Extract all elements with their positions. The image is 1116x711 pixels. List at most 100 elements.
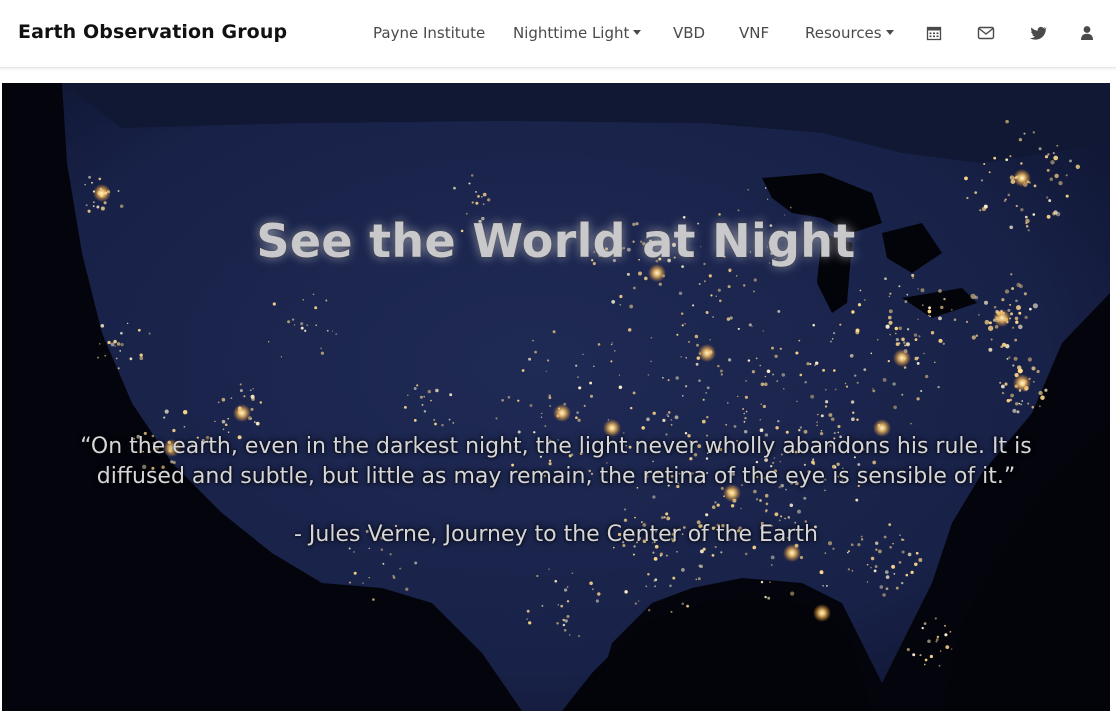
city-light-dot bbox=[725, 423, 728, 426]
city-light-dot bbox=[654, 585, 657, 588]
nav-item-nighttime-light[interactable]: Nighttime Light bbox=[513, 24, 642, 42]
city-light-dot bbox=[743, 284, 746, 287]
city-light-dot bbox=[717, 364, 720, 368]
city-light-dot bbox=[482, 203, 485, 206]
city-light-dot bbox=[949, 630, 952, 633]
city-light-dot bbox=[745, 410, 748, 413]
city-light-dot bbox=[1006, 357, 1009, 360]
city-light-dot bbox=[893, 405, 897, 410]
city-light-dot bbox=[353, 551, 355, 553]
city-light-dot bbox=[1038, 390, 1043, 396]
city-light-dot bbox=[872, 389, 876, 393]
city-light-dot bbox=[937, 385, 940, 389]
city-light-dot bbox=[809, 363, 812, 365]
city-light-dot bbox=[898, 342, 901, 345]
city-light-dot bbox=[1017, 368, 1023, 374]
city-light-dot bbox=[92, 205, 95, 208]
city-light-dot bbox=[839, 323, 842, 326]
calendar-icon[interactable] bbox=[925, 24, 943, 42]
city-light-dot bbox=[272, 302, 276, 306]
city-light-dot bbox=[764, 187, 767, 189]
brand-logo[interactable]: Earth Observation Group bbox=[18, 21, 287, 43]
city-light-dot bbox=[742, 408, 744, 410]
city-light-dot bbox=[448, 418, 451, 421]
city-light-dot bbox=[84, 183, 86, 186]
city-light-dot bbox=[1009, 155, 1012, 158]
city-light-dot bbox=[1001, 391, 1005, 395]
city-light-dot bbox=[666, 414, 668, 416]
city-light-dot bbox=[692, 304, 695, 307]
city-light-dot bbox=[300, 322, 304, 326]
city-light-dot bbox=[667, 379, 670, 382]
city-light-dot bbox=[1065, 174, 1068, 177]
city-light-dot bbox=[1020, 403, 1023, 406]
city-light-dot bbox=[920, 288, 925, 293]
nav-item-vbd[interactable]: VBD bbox=[673, 24, 705, 42]
city-light-dot bbox=[675, 376, 679, 380]
city-light-dot bbox=[766, 198, 769, 200]
dropdown-caret-icon bbox=[633, 29, 642, 35]
city-light-dot bbox=[427, 389, 431, 394]
city-light-dot bbox=[1023, 292, 1027, 296]
city-light-dot bbox=[566, 615, 570, 618]
city-light-dot bbox=[717, 288, 721, 292]
city-light-dot bbox=[577, 635, 581, 638]
city-light-dot bbox=[1040, 395, 1045, 400]
city-light-dot bbox=[680, 312, 684, 315]
city-light-dot bbox=[993, 156, 997, 160]
city-light-dot bbox=[568, 634, 571, 636]
city-light-dot bbox=[1053, 155, 1059, 161]
nav-item-resources[interactable]: Resources bbox=[805, 24, 894, 42]
city-light-dot bbox=[582, 353, 584, 356]
twitter-icon[interactable] bbox=[1029, 24, 1047, 42]
city-light-dot bbox=[541, 604, 544, 607]
city-light-dot bbox=[810, 394, 815, 399]
city-light-dot bbox=[1018, 138, 1023, 142]
city-light-dot bbox=[780, 515, 783, 518]
city-light-dot bbox=[764, 595, 767, 598]
nav-item-vnf[interactable]: VNF bbox=[739, 24, 769, 42]
city-light-dot bbox=[517, 399, 520, 402]
city-light-dot bbox=[720, 373, 723, 376]
city-light-dot bbox=[423, 410, 427, 413]
hero-attribution: - Jules Verne, Journey to the Center of … bbox=[293, 522, 818, 547]
city-light-dot bbox=[737, 327, 740, 330]
city-light-dot bbox=[666, 516, 671, 521]
envelope-icon[interactable] bbox=[977, 24, 995, 42]
city-light-dot bbox=[906, 328, 910, 331]
city-light-dot bbox=[665, 554, 668, 557]
city-light-dot bbox=[917, 288, 919, 290]
city-light-dot bbox=[815, 361, 819, 365]
city-light-dot bbox=[452, 422, 455, 424]
city-light-dot bbox=[1013, 356, 1018, 361]
city-light-dot bbox=[113, 339, 117, 344]
nav-item-label: VBD bbox=[673, 24, 706, 42]
city-light-dot bbox=[907, 552, 912, 557]
city-light-dot bbox=[799, 426, 803, 429]
city-light-dot bbox=[715, 295, 717, 297]
city-light-dot bbox=[116, 342, 121, 346]
city-light-dot bbox=[214, 420, 216, 423]
city-light-dot bbox=[872, 388, 874, 390]
city-light-dot bbox=[923, 663, 926, 666]
city-light-dot bbox=[709, 339, 711, 341]
city-light-dot bbox=[975, 334, 979, 337]
city-light-dot bbox=[898, 561, 902, 564]
city-light-dot bbox=[737, 209, 740, 212]
city-light-dot bbox=[368, 547, 370, 550]
city-light-dot bbox=[928, 306, 932, 310]
city-light-dot bbox=[727, 285, 731, 289]
city-light-dot bbox=[1005, 158, 1009, 162]
city-light-dot bbox=[702, 547, 706, 551]
user-icon[interactable] bbox=[1078, 24, 1096, 42]
city-light-dot bbox=[481, 195, 483, 198]
city-light-dot bbox=[1011, 287, 1015, 290]
nav-item-payne-institute[interactable]: Payne Institute bbox=[373, 24, 485, 42]
city-light-dot bbox=[825, 400, 829, 404]
city-light-dot bbox=[719, 369, 723, 373]
city-light-dot bbox=[659, 552, 664, 556]
city-light-dot bbox=[857, 303, 862, 307]
top-navbar: Earth Observation Group Payne Institute … bbox=[0, 0, 1116, 68]
city-light-dot bbox=[694, 334, 699, 339]
city-light-dot bbox=[674, 415, 679, 420]
